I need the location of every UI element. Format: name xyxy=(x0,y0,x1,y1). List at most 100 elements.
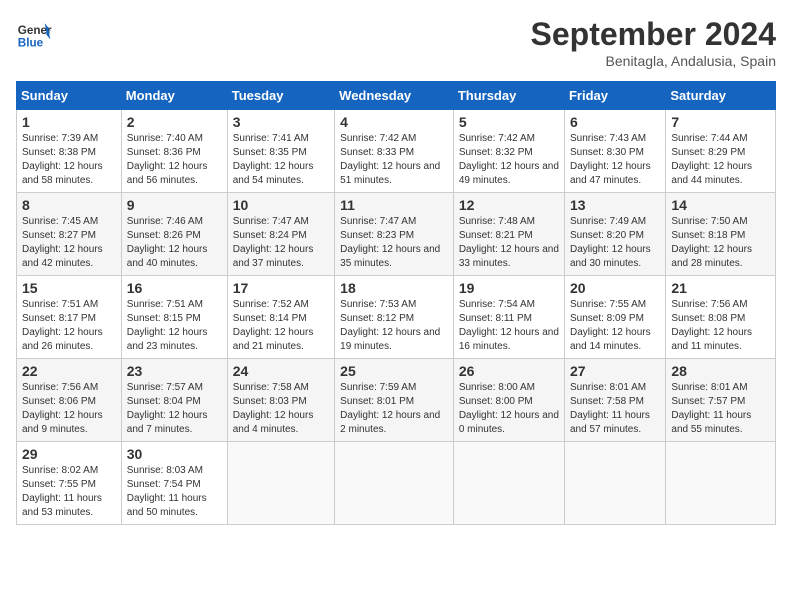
cell-details: Sunrise: 7:42 AMSunset: 8:32 PMDaylight:… xyxy=(459,132,559,188)
cell-details: Sunrise: 7:51 AMSunset: 8:17 PMDaylight:… xyxy=(22,298,116,354)
cell-details: Sunrise: 7:58 AMSunset: 8:03 PMDaylight:… xyxy=(233,381,329,437)
day-number: 17 xyxy=(233,280,329,296)
calendar-cell: 4 Sunrise: 7:42 AMSunset: 8:33 PMDaylight… xyxy=(335,110,454,193)
calendar-cell: 23 Sunrise: 7:57 AMSunset: 8:04 PMDayligh… xyxy=(121,359,227,442)
day-number: 6 xyxy=(570,114,660,130)
calendar-cell: 27 Sunrise: 8:01 AMSunset: 7:58 PMDayligh… xyxy=(564,359,665,442)
calendar-cell: 6Sunrise: 7:43 AMSunset: 8:30 PMDaylight… xyxy=(564,110,665,193)
cell-details: Sunrise: 7:51 AMSunset: 8:15 PMDaylight:… xyxy=(127,298,222,354)
calendar-cell: 21 Sunrise: 7:56 AMSunset: 8:08 PMDayligh… xyxy=(666,276,776,359)
day-number: 21 xyxy=(671,280,770,296)
day-number: 14 xyxy=(671,197,770,213)
calendar-week-row: 8 Sunrise: 7:45 AMSunset: 8:27 PMDaylight… xyxy=(17,193,776,276)
cell-details: Sunrise: 7:57 AMSunset: 8:04 PMDaylight:… xyxy=(127,381,222,437)
calendar-cell: 26Sunrise: 8:00 AMSunset: 8:00 PMDayligh… xyxy=(453,359,564,442)
calendar-cell: 12 Sunrise: 7:48 AMSunset: 8:21 PMDayligh… xyxy=(453,193,564,276)
calendar-cell: 1 Sunrise: 7:39 AMSunset: 8:38 PMDaylight… xyxy=(17,110,122,193)
cell-details: Sunrise: 7:47 AMSunset: 8:24 PMDaylight:… xyxy=(233,215,329,271)
day-header-thursday: Thursday xyxy=(453,82,564,110)
day-number: 28 xyxy=(671,363,770,379)
day-number: 15 xyxy=(22,280,116,296)
day-number: 24 xyxy=(233,363,329,379)
logo: General Blue xyxy=(16,16,52,52)
day-number: 4 xyxy=(340,114,448,130)
calendar-body: 1 Sunrise: 7:39 AMSunset: 8:38 PMDaylight… xyxy=(17,110,776,525)
day-header-wednesday: Wednesday xyxy=(335,82,454,110)
day-number: 29 xyxy=(22,446,116,462)
calendar-cell: 25 Sunrise: 7:59 AMSunset: 8:01 PMDayligh… xyxy=(335,359,454,442)
calendar-cell: 19Sunrise: 7:54 AMSunset: 8:11 PMDayligh… xyxy=(453,276,564,359)
cell-details: Sunrise: 7:42 AMSunset: 8:33 PMDaylight:… xyxy=(340,132,448,188)
day-header-saturday: Saturday xyxy=(666,82,776,110)
cell-details: Sunrise: 7:59 AMSunset: 8:01 PMDaylight:… xyxy=(340,381,448,437)
calendar-cell: 16 Sunrise: 7:51 AMSunset: 8:15 PMDayligh… xyxy=(121,276,227,359)
day-number: 23 xyxy=(127,363,222,379)
cell-details: Sunrise: 8:03 AMSunset: 7:54 PMDaylight:… xyxy=(127,464,222,520)
day-number: 1 xyxy=(22,114,116,130)
calendar-cell xyxy=(564,442,665,525)
day-number: 30 xyxy=(127,446,222,462)
calendar-cell xyxy=(335,442,454,525)
day-number: 18 xyxy=(340,280,448,296)
calendar-cell: 3Sunrise: 7:41 AMSunset: 8:35 PMDaylight… xyxy=(227,110,334,193)
day-number: 11 xyxy=(340,197,448,213)
cell-details: Sunrise: 7:56 AMSunset: 8:08 PMDaylight:… xyxy=(671,298,770,354)
calendar-cell: 11 Sunrise: 7:47 AMSunset: 8:23 PMDayligh… xyxy=(335,193,454,276)
day-header-friday: Friday xyxy=(564,82,665,110)
cell-details: Sunrise: 7:46 AMSunset: 8:26 PMDaylight:… xyxy=(127,215,222,271)
day-number: 27 xyxy=(570,363,660,379)
cell-details: Sunrise: 8:02 AMSunset: 7:55 PMDaylight:… xyxy=(22,464,116,520)
cell-details: Sunrise: 7:40 AMSunset: 8:36 PMDaylight:… xyxy=(127,132,222,188)
calendar-week-row: 22 Sunrise: 7:56 AMSunset: 8:06 PMDayligh… xyxy=(17,359,776,442)
cell-details: Sunrise: 7:45 AMSunset: 8:27 PMDaylight:… xyxy=(22,215,116,271)
day-number: 10 xyxy=(233,197,329,213)
day-number: 26 xyxy=(459,363,559,379)
cell-details: Sunrise: 7:41 AMSunset: 8:35 PMDaylight:… xyxy=(233,132,329,188)
calendar-header-row: SundayMondayTuesdayWednesdayThursdayFrid… xyxy=(17,82,776,110)
calendar-week-row: 29 Sunrise: 8:02 AMSunset: 7:55 PMDayligh… xyxy=(17,442,776,525)
day-number: 25 xyxy=(340,363,448,379)
day-header-monday: Monday xyxy=(121,82,227,110)
cell-details: Sunrise: 7:55 AMSunset: 8:09 PMDaylight:… xyxy=(570,298,660,354)
cell-details: Sunrise: 8:01 AMSunset: 7:57 PMDaylight:… xyxy=(671,381,770,437)
day-number: 8 xyxy=(22,197,116,213)
cell-details: Sunrise: 7:50 AMSunset: 8:18 PMDaylight:… xyxy=(671,215,770,271)
calendar-cell xyxy=(453,442,564,525)
calendar-week-row: 1 Sunrise: 7:39 AMSunset: 8:38 PMDaylight… xyxy=(17,110,776,193)
cell-details: Sunrise: 7:53 AMSunset: 8:12 PMDaylight:… xyxy=(340,298,448,354)
calendar-cell xyxy=(227,442,334,525)
day-number: 13 xyxy=(570,197,660,213)
cell-details: Sunrise: 7:47 AMSunset: 8:23 PMDaylight:… xyxy=(340,215,448,271)
day-number: 5 xyxy=(459,114,559,130)
logo-icon: General Blue xyxy=(16,16,52,52)
page-header: General Blue September 2024 Benitagla, A… xyxy=(16,16,776,69)
calendar-cell: 17 Sunrise: 7:52 AMSunset: 8:14 PMDayligh… xyxy=(227,276,334,359)
day-number: 22 xyxy=(22,363,116,379)
svg-text:Blue: Blue xyxy=(18,37,44,50)
month-title: September 2024 xyxy=(531,16,776,53)
cell-details: Sunrise: 7:49 AMSunset: 8:20 PMDaylight:… xyxy=(570,215,660,271)
title-area: September 2024 Benitagla, Andalusia, Spa… xyxy=(531,16,776,69)
cell-details: Sunrise: 7:56 AMSunset: 8:06 PMDaylight:… xyxy=(22,381,116,437)
day-number: 2 xyxy=(127,114,222,130)
calendar-cell: 24 Sunrise: 7:58 AMSunset: 8:03 PMDayligh… xyxy=(227,359,334,442)
calendar-cell: 7 Sunrise: 7:44 AMSunset: 8:29 PMDaylight… xyxy=(666,110,776,193)
day-number: 12 xyxy=(459,197,559,213)
cell-details: Sunrise: 7:44 AMSunset: 8:29 PMDaylight:… xyxy=(671,132,770,188)
cell-details: Sunrise: 7:52 AMSunset: 8:14 PMDaylight:… xyxy=(233,298,329,354)
day-number: 7 xyxy=(671,114,770,130)
calendar-cell: 5 Sunrise: 7:42 AMSunset: 8:32 PMDaylight… xyxy=(453,110,564,193)
cell-details: Sunrise: 7:39 AMSunset: 8:38 PMDaylight:… xyxy=(22,132,116,188)
day-number: 16 xyxy=(127,280,222,296)
calendar-cell: 2 Sunrise: 7:40 AMSunset: 8:36 PMDaylight… xyxy=(121,110,227,193)
calendar-table: SundayMondayTuesdayWednesdayThursdayFrid… xyxy=(16,81,776,525)
calendar-cell: 8 Sunrise: 7:45 AMSunset: 8:27 PMDaylight… xyxy=(17,193,122,276)
cell-details: Sunrise: 8:01 AMSunset: 7:58 PMDaylight:… xyxy=(570,381,660,437)
day-number: 20 xyxy=(570,280,660,296)
day-header-tuesday: Tuesday xyxy=(227,82,334,110)
calendar-cell: 13 Sunrise: 7:49 AMSunset: 8:20 PMDayligh… xyxy=(564,193,665,276)
calendar-cell: 20 Sunrise: 7:55 AMSunset: 8:09 PMDayligh… xyxy=(564,276,665,359)
calendar-cell xyxy=(666,442,776,525)
calendar-cell: 15 Sunrise: 7:51 AMSunset: 8:17 PMDayligh… xyxy=(17,276,122,359)
cell-details: Sunrise: 7:48 AMSunset: 8:21 PMDaylight:… xyxy=(459,215,559,271)
